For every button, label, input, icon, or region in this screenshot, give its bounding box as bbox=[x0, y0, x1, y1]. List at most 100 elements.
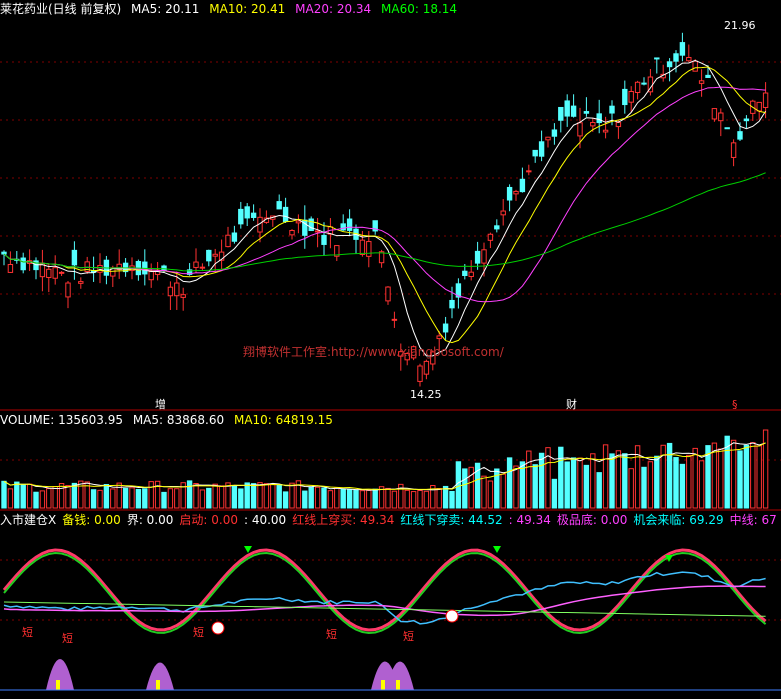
candle-body bbox=[199, 266, 206, 269]
volume-bar bbox=[602, 444, 609, 509]
candle-body bbox=[743, 118, 750, 122]
candle-body bbox=[545, 136, 551, 141]
candle-body bbox=[174, 282, 180, 297]
candle-body bbox=[628, 90, 634, 103]
candle-body bbox=[596, 113, 602, 124]
candle-body bbox=[762, 92, 769, 108]
volume-bar bbox=[532, 464, 538, 509]
candle-body bbox=[417, 365, 423, 382]
candle-body bbox=[526, 170, 532, 173]
candle-body bbox=[250, 212, 257, 218]
candle-body bbox=[385, 286, 391, 302]
candle-body bbox=[666, 61, 673, 68]
volume-bar bbox=[353, 489, 359, 509]
candle-body bbox=[615, 122, 622, 128]
buy-signal-icon bbox=[211, 621, 225, 635]
candle-body bbox=[238, 208, 244, 225]
candle-body bbox=[698, 80, 705, 84]
volume-bar bbox=[404, 489, 410, 509]
volume-bar bbox=[762, 429, 769, 509]
volume-bar bbox=[7, 488, 14, 509]
indicator-label: 机会来临: 69.29 bbox=[633, 513, 724, 527]
volume-bar bbox=[750, 442, 756, 509]
volume-ma10-label: MA10: 64819.15 bbox=[233, 413, 333, 427]
down-arrow-icon bbox=[493, 546, 501, 553]
candle-body bbox=[570, 105, 577, 117]
candle-body bbox=[1, 251, 7, 255]
volume-bar bbox=[673, 457, 679, 509]
volume-bar bbox=[193, 483, 199, 509]
volume-bar bbox=[263, 483, 270, 509]
ma60-line bbox=[3, 172, 766, 272]
candle-body bbox=[481, 249, 487, 264]
volume-bar bbox=[199, 489, 206, 509]
volume-bar bbox=[449, 490, 455, 509]
volume-bar bbox=[385, 487, 391, 509]
volume-bar bbox=[718, 448, 724, 509]
volume-bar bbox=[686, 454, 692, 509]
short-mark: 短 bbox=[22, 626, 33, 639]
volume-bar bbox=[52, 485, 58, 509]
volume-bar bbox=[417, 490, 423, 509]
price-header: 莱花药业(日线 前复权) MA5: 20.11 MA10: 20.41 MA20… bbox=[0, 1, 781, 17]
candle-body bbox=[276, 201, 282, 210]
candle-body bbox=[730, 142, 737, 158]
volume-bar bbox=[654, 455, 660, 509]
candle-body bbox=[686, 57, 692, 62]
candle-body bbox=[20, 257, 26, 271]
indicator-label: 界: 0.00 bbox=[126, 513, 174, 527]
candle-body bbox=[148, 271, 154, 281]
volume-bar bbox=[148, 481, 154, 509]
candle-body bbox=[46, 268, 52, 278]
volume-bar bbox=[641, 466, 647, 509]
volume-bar bbox=[737, 450, 743, 509]
volume-bar bbox=[110, 488, 116, 509]
volume-bar bbox=[289, 482, 295, 509]
candle-body bbox=[244, 206, 250, 219]
candle-body bbox=[449, 299, 455, 309]
volume-bar bbox=[142, 488, 148, 509]
candle-body bbox=[231, 232, 238, 242]
indicator-label: 红线下穿卖: 44.52 bbox=[400, 513, 503, 527]
volume-bar bbox=[135, 488, 142, 509]
volume-bar bbox=[340, 488, 346, 509]
candle-body bbox=[756, 101, 762, 112]
event-tag-zeng: 增 bbox=[155, 398, 166, 411]
high-price-label: 21.96 bbox=[724, 19, 756, 32]
volume-bar bbox=[244, 482, 250, 509]
volume-bar bbox=[666, 442, 673, 509]
candle-body bbox=[7, 264, 14, 273]
volume-bar bbox=[436, 488, 442, 509]
volume-bar bbox=[250, 483, 257, 509]
volume-bar bbox=[78, 480, 84, 509]
volume-bar bbox=[410, 491, 417, 509]
volume-bar bbox=[628, 468, 634, 509]
volume-bar bbox=[622, 453, 628, 509]
volume-bar bbox=[129, 487, 135, 509]
volume-bar bbox=[161, 491, 167, 509]
ma10-label: MA10: 20.41 bbox=[209, 2, 286, 16]
volume-bar bbox=[372, 488, 378, 509]
stock-title: 莱花药业(日线 前复权) bbox=[0, 2, 122, 16]
volume-bar bbox=[103, 484, 110, 509]
candle-body bbox=[321, 234, 327, 245]
indicator-label: : 49.34 bbox=[508, 513, 551, 527]
volume-bar bbox=[218, 485, 225, 509]
volume-bar bbox=[212, 483, 218, 509]
trend-line-cyan bbox=[3, 571, 766, 625]
candle-body bbox=[641, 82, 647, 85]
volume-bar bbox=[302, 490, 308, 509]
volume-label: VOLUME: 135603.95 bbox=[0, 413, 123, 427]
oscillator-shadow-line bbox=[3, 552, 767, 634]
candle-body bbox=[295, 220, 302, 224]
candle-body bbox=[308, 218, 314, 232]
volume-bar bbox=[506, 457, 513, 509]
short-mark: 短 bbox=[193, 626, 204, 639]
volume-bar bbox=[314, 486, 321, 509]
candle-body bbox=[538, 141, 545, 157]
volume-bar bbox=[468, 466, 474, 509]
volume-bar bbox=[570, 457, 577, 509]
volume-bar bbox=[500, 473, 506, 509]
hump-marker bbox=[381, 680, 385, 690]
indicator-label: 极品底: 0.00 bbox=[556, 513, 628, 527]
